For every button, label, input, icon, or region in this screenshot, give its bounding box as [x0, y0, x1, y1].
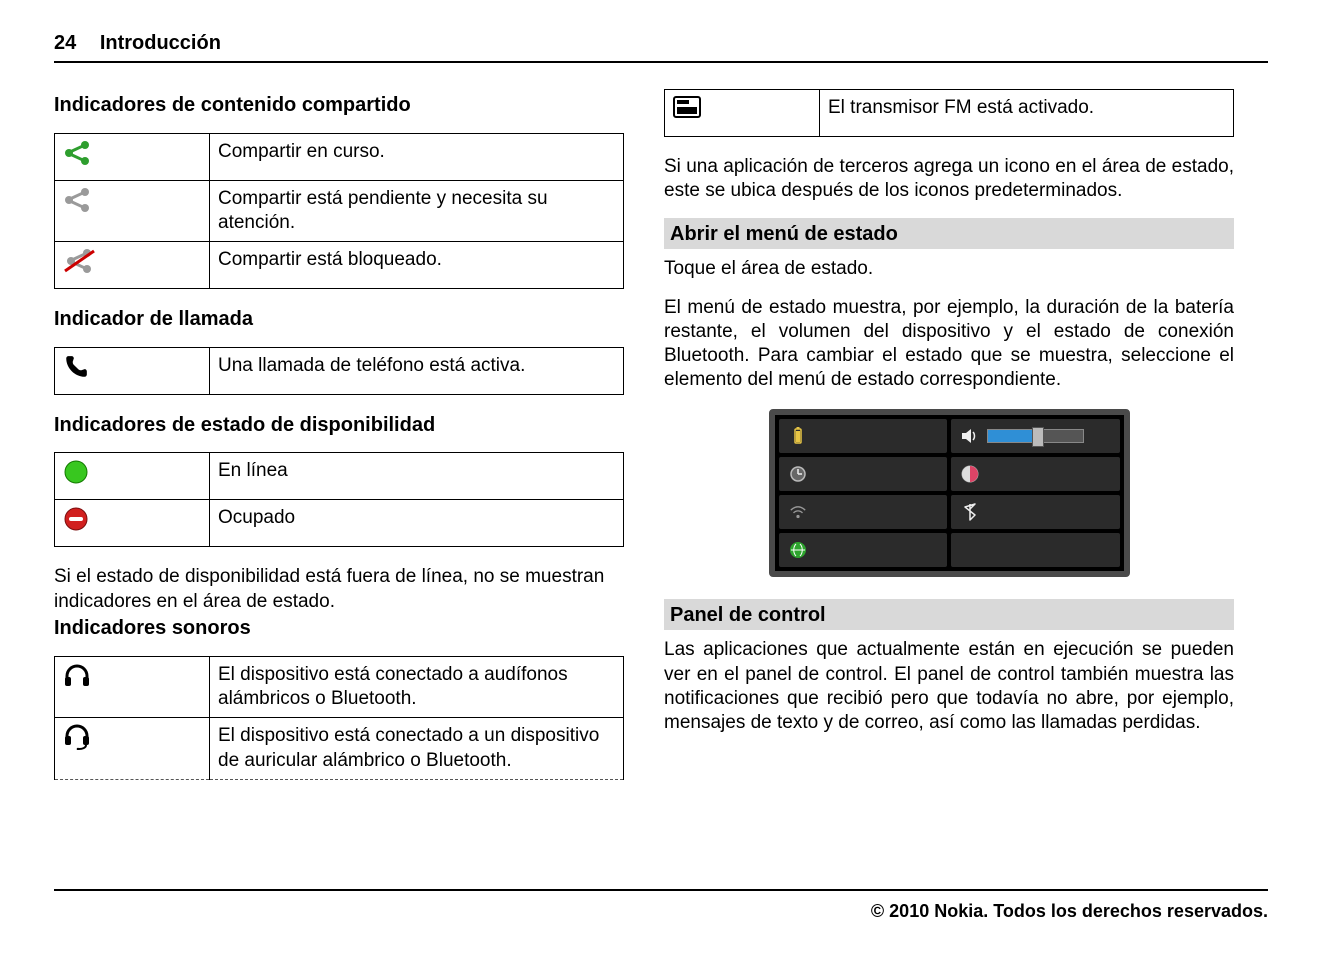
- headphones-icon: [55, 656, 210, 718]
- headset-icon: [55, 718, 210, 780]
- page-footer: © 2010 Nokia. Todos los derechos reserva…: [54, 889, 1268, 922]
- share-inprogress-icon: [55, 133, 210, 180]
- fm-table: El transmisor FM está activado.: [664, 89, 1234, 137]
- presence-busy-text: Ocupado: [210, 500, 624, 547]
- call-indicator-table: Una llamada de teléfono está activa.: [54, 347, 624, 395]
- presence-online-icon: [55, 453, 210, 500]
- document-page: 24 Introducción Indicadores de contenido…: [0, 0, 1322, 954]
- presence-online-text: En línea: [210, 453, 624, 500]
- shared-indicators-table: Compartir en curso. Compartir está pendi…: [54, 133, 624, 290]
- share-inprogress-text: Compartir en curso.: [210, 133, 624, 180]
- presence-table: En línea Ocupado: [54, 452, 624, 547]
- copyright-text: © 2010 Nokia. Todos los derechos reserva…: [871, 901, 1268, 921]
- headphones-text: El dispositivo está conectado a audífono…: [210, 656, 624, 718]
- third-party-note: Si una aplicación de terceros agrega un …: [664, 155, 1234, 204]
- status-wifi-cell: [779, 495, 948, 529]
- status-empty-cell: [951, 533, 1120, 567]
- status-clock-cell: [779, 457, 948, 491]
- audio-indicators-title: Indicadores sonoros: [54, 616, 624, 642]
- share-blocked-text: Compartir está bloqueado.: [210, 242, 624, 289]
- status-menu-screenshot: [664, 409, 1234, 577]
- shared-indicators-title: Indicadores de contenido compartido: [54, 93, 624, 119]
- content-columns: Indicadores de contenido compartido Comp…: [54, 85, 1268, 780]
- status-bluetooth-cell: [951, 495, 1120, 529]
- open-status-menu-title: Abrir el menú de estado: [664, 218, 1234, 250]
- status-volume-cell: [951, 419, 1120, 453]
- call-indicator-title: Indicador de llamada: [54, 307, 624, 333]
- status-battery-cell: [779, 419, 948, 453]
- control-panel-body: Las aplicaciones que actualmente están e…: [664, 638, 1234, 735]
- left-column: Indicadores de contenido compartido Comp…: [54, 85, 624, 780]
- status-profile-cell: [951, 457, 1120, 491]
- fm-transmitter-icon: [665, 90, 820, 137]
- presence-offline-note: Si el estado de disponibilidad está fuer…: [54, 565, 624, 614]
- call-active-text: Una llamada de teléfono está activa.: [210, 347, 624, 394]
- chapter-title: Introducción: [100, 32, 221, 54]
- control-panel-title: Panel de control: [664, 599, 1234, 631]
- share-pending-icon: [55, 180, 210, 242]
- page-number: 24: [54, 32, 76, 54]
- presence-busy-icon: [55, 500, 210, 547]
- share-blocked-icon: [55, 242, 210, 289]
- right-column: El transmisor FM está activado. Si una a…: [664, 85, 1234, 780]
- status-presence-cell: [779, 533, 948, 567]
- audio-indicators-table: El dispositivo está conectado a audífono…: [54, 656, 624, 780]
- page-header: 24 Introducción: [54, 32, 1268, 63]
- presence-title: Indicadores de estado de disponibilidad: [54, 413, 624, 439]
- open-status-menu-text: Toque el área de estado.: [664, 257, 1234, 281]
- headset-text: El dispositivo está conectado a un dispo…: [210, 718, 624, 780]
- call-active-icon: [55, 347, 210, 394]
- fm-transmitter-text: El transmisor FM está activado.: [820, 90, 1234, 137]
- status-menu-body: El menú de estado muestra, por ejemplo, …: [664, 296, 1234, 393]
- share-pending-text: Compartir está pendiente y necesita su a…: [210, 180, 624, 242]
